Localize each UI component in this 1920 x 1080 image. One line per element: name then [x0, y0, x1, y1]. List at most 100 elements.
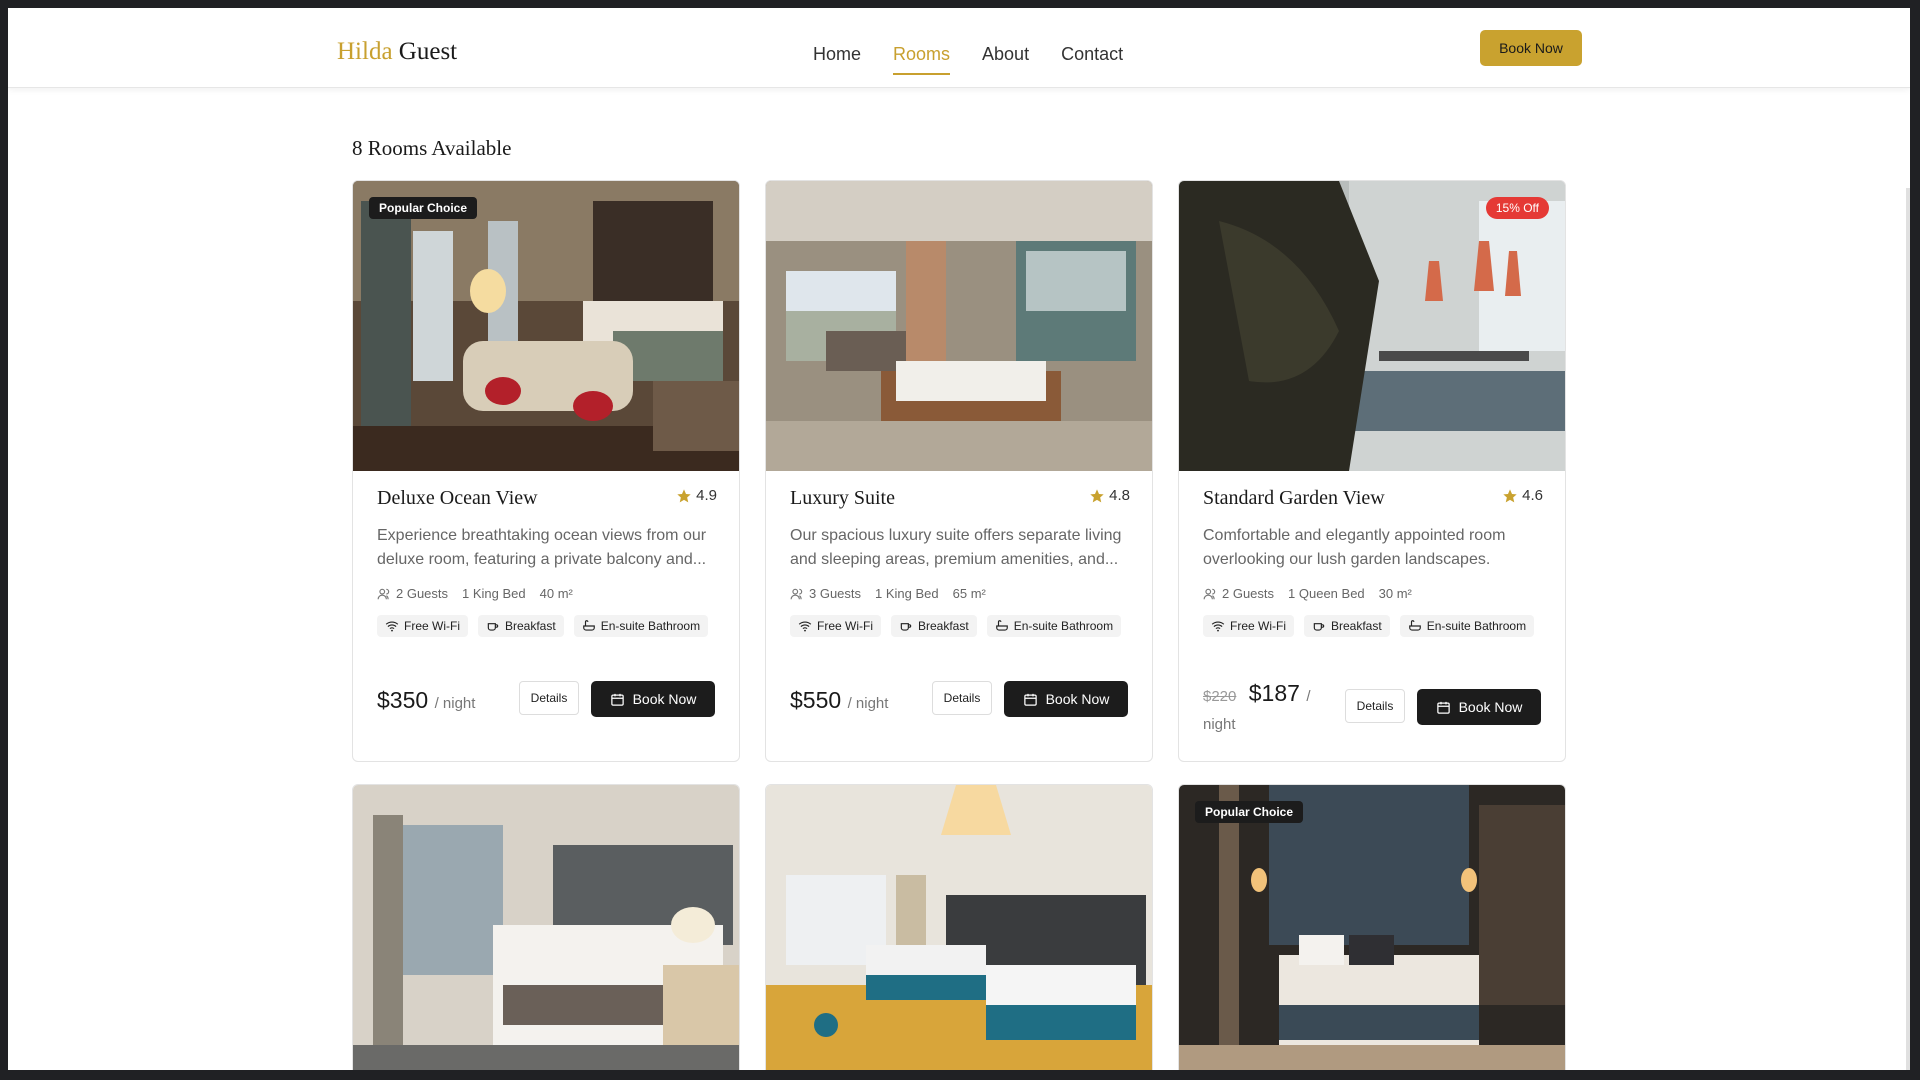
popular-badge: Popular Choice [369, 197, 478, 219]
bath-icon [582, 620, 595, 631]
bedroom-photo [353, 785, 739, 1070]
room-meta: 2 Guests 1 King Bed 40 m² [377, 586, 717, 601]
guests-text: 3 Guests [809, 586, 862, 601]
details-button[interactable]: Details [519, 681, 579, 715]
room-card-body: Standard Garden View 4.6 Comfortable and… [1203, 487, 1543, 637]
amenity-wifi: Free Wi-Fi [377, 615, 468, 637]
wifi-icon [798, 621, 812, 632]
guests-info: 3 Guests [790, 586, 861, 601]
rating-value: 4.6 [1522, 487, 1543, 504]
size-info: 65 m² [952, 586, 986, 601]
browser-window: Hilda Guest Home Rooms About Contact Boo… [8, 8, 1910, 1070]
site-header: Hilda Guest Home Rooms About Contact Boo… [8, 8, 1910, 88]
room-price: $550 / night [790, 687, 888, 714]
bed-info: 1 Queen Bed [1288, 586, 1365, 601]
price-value: $187 [1248, 680, 1300, 706]
nav-rooms[interactable]: Rooms [893, 44, 951, 75]
logo-accent: Hilda [337, 38, 393, 65]
room-title[interactable]: Luxury Suite [790, 487, 1130, 510]
amenity-label: Free Wi-Fi [1230, 619, 1286, 633]
header-book-now-button[interactable]: Book Now [1480, 30, 1582, 66]
amenities-list: Free Wi-Fi Breakfast En-suite Bathroom [790, 615, 1130, 637]
bed-info: 1 King Bed [462, 586, 526, 601]
room-card-body: Luxury Suite 4.8 Our spacious luxury sui… [790, 487, 1130, 637]
book-now-label: Book Now [1045, 691, 1110, 707]
room-card-body: Deluxe Ocean View 4.9 Experience breatht… [377, 487, 717, 637]
details-button[interactable]: Details [932, 681, 992, 715]
room-photo[interactable]: Popular Choice [353, 181, 739, 471]
room-card: 15% Off Standard Garden View 4.6 Comfort… [1178, 180, 1566, 762]
logo-rest: Guest [392, 38, 458, 65]
amenity-label: En-suite Bathroom [1426, 619, 1527, 633]
room-photo[interactable]: Popular Choice [1179, 785, 1565, 1070]
room-card: Popular Choice Deluxe Ocean View 4.9 Exp… [352, 180, 740, 762]
bedroom-photo [353, 181, 739, 471]
guests-text: 2 Guests [396, 586, 449, 601]
nav-home[interactable]: Home [813, 44, 861, 75]
calendar-icon [1023, 693, 1037, 706]
room-photo[interactable] [766, 785, 1152, 1070]
amenity-wifi: Free Wi-Fi [1203, 615, 1294, 637]
discount-badge: 15% Off [1485, 197, 1549, 219]
room-card: Luxury Suite 4.8 Our spacious luxury sui… [765, 180, 1153, 762]
star-icon [1503, 488, 1517, 502]
amenity-label: Breakfast [1331, 619, 1382, 633]
users-icon [1203, 588, 1216, 599]
room-price: $350 / night [377, 687, 475, 714]
page-scrollbar[interactable] [1906, 188, 1910, 1070]
bath-icon [1408, 620, 1421, 631]
rating-value: 4.9 [696, 487, 717, 504]
room-rating: 4.8 [1089, 487, 1130, 504]
size-info: 30 m² [1378, 586, 1412, 601]
price-value: $350 [377, 687, 429, 713]
amenity-label: Breakfast [505, 619, 556, 633]
amenities-list: Free Wi-Fi Breakfast En-suite Bathroom [377, 615, 717, 637]
bedroom-photo [766, 785, 1152, 1070]
coffee-icon [900, 623, 912, 631]
price-unit: / night [847, 695, 889, 712]
room-description: Comfortable and elegantly appointed room… [1203, 527, 1506, 568]
nav-contact[interactable]: Contact [1061, 44, 1123, 75]
room-photo[interactable] [353, 785, 739, 1070]
amenity-bathroom: En-suite Bathroom [573, 615, 709, 637]
room-title[interactable]: Deluxe Ocean View [377, 487, 717, 510]
book-now-button[interactable]: Book Now [1004, 681, 1128, 717]
room-price: $220 $187 / night [1203, 681, 1313, 737]
room-description: Experience breathtaking ocean views from… [377, 527, 707, 568]
rooms-count-heading: 8 Rooms Available [352, 136, 512, 160]
amenity-label: En-suite Bathroom [600, 619, 701, 633]
room-card [352, 784, 740, 1070]
room-rating: 4.6 [1502, 487, 1543, 504]
coffee-icon [487, 623, 499, 631]
book-now-button[interactable]: Book Now [591, 681, 715, 717]
amenity-bathroom: En-suite Bathroom [986, 615, 1122, 637]
room-photo[interactable]: 15% Off [1179, 181, 1565, 471]
site-logo[interactable]: Hilda Guest [337, 38, 457, 66]
amenity-label: Free Wi-Fi [817, 619, 873, 633]
room-rating: 4.9 [676, 487, 717, 504]
coffee-icon [1313, 623, 1325, 631]
price-row: $550 / night Details Book Now [790, 681, 1130, 721]
wifi-icon [385, 621, 399, 632]
guests-info: 2 Guests [1203, 586, 1274, 601]
room-photo[interactable] [766, 181, 1152, 471]
room-card: Popular Choice [1178, 784, 1566, 1070]
book-now-button[interactable]: Book Now [1417, 689, 1541, 725]
room-description: Our spacious luxury suite offers separat… [790, 527, 1122, 568]
bath-icon [995, 620, 1008, 631]
amenity-label: Free Wi-Fi [404, 619, 460, 633]
suite-photo [766, 181, 1152, 471]
garden-photo [1179, 181, 1565, 471]
star-icon [1090, 488, 1104, 502]
price-unit: / night [434, 695, 476, 712]
room-title[interactable]: Standard Garden View [1203, 487, 1543, 510]
room-meta: 3 Guests 1 King Bed 65 m² [790, 586, 1130, 601]
size-info: 40 m² [539, 586, 573, 601]
nav-about[interactable]: About [982, 44, 1029, 75]
wifi-icon [1211, 621, 1225, 632]
main-nav: Home Rooms About Contact [813, 44, 1155, 75]
old-price: $220 [1203, 688, 1237, 705]
amenity-breakfast: Breakfast [891, 615, 977, 637]
details-button[interactable]: Details [1345, 689, 1405, 723]
price-row: $350 / night Details Book Now [377, 681, 717, 721]
